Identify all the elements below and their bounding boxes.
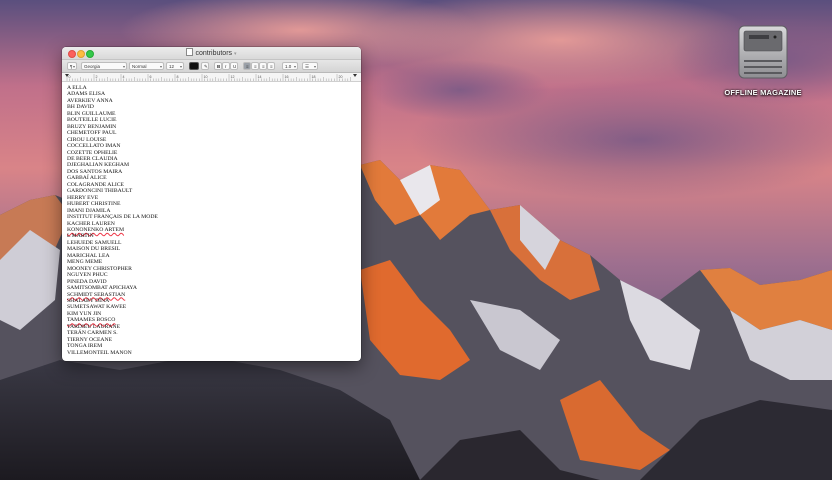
ruler-ticks: 0 2 4 6 8 10 12 14 16 18 20	[65, 74, 357, 81]
drive-label: OFFLINE MAGAZINE	[724, 88, 802, 97]
line-spacing-popup[interactable]: 1.0 ▾	[282, 62, 298, 70]
font-style-popup[interactable]: Normal ▾	[129, 62, 164, 70]
document-text[interactable]: A ELLA ADAMS ELISA AVERKIEV ANNA BH DAVID BL…	[62, 82, 361, 356]
font-size-popup[interactable]: 12 ▾	[166, 62, 184, 70]
ruler-number: 8	[177, 75, 179, 79]
align-right-icon: ≡	[262, 64, 265, 69]
font-size-label: 12	[169, 64, 175, 69]
ruler-number: 2	[96, 75, 98, 79]
chevron-down-icon: ▾	[72, 64, 75, 69]
underline-button[interactable]: U	[230, 62, 238, 70]
list-popup[interactable]: ☰ ▾	[302, 62, 318, 70]
format-toolbar: ¶ ▾ Georgia ▾ Normal ▾ 12 ▾ ✎ B I U ≡ ≡ ≡ ≡ …	[62, 60, 361, 73]
desktop-drive[interactable]: OFFLINE MAGAZINE	[722, 22, 804, 97]
font-family-label: Georgia	[84, 64, 101, 69]
align-left-icon: ≡	[246, 64, 249, 69]
ruler-number: 10	[204, 75, 208, 79]
document-icon	[186, 48, 194, 56]
text-color-well[interactable]	[189, 62, 199, 70]
background-color-well[interactable]: ✎	[201, 62, 209, 70]
justify-icon: ≡	[270, 64, 273, 69]
ruler-number: 20	[339, 75, 343, 79]
text-line: VILLEMONTEIL MANON	[67, 349, 132, 356]
window-title-text: contributors	[195, 50, 233, 57]
underline-label: U	[233, 64, 237, 69]
justify-button[interactable]: ≡	[267, 62, 275, 70]
align-right-button[interactable]: ≡	[259, 62, 267, 70]
align-center-icon: ≡	[254, 64, 257, 69]
ruler-number: 16	[285, 75, 289, 79]
font-family-popup[interactable]: Georgia ▾	[81, 62, 127, 70]
textedit-window[interactable]: contributors ▾ ¶ ▾ Georgia ▾ Normal ▾ 12 ▾ ✎ …	[62, 47, 361, 361]
ruler[interactable]: 0 2 4 6 8 10 12 14 16 18 20	[62, 73, 361, 82]
ruler-number: 12	[231, 75, 235, 79]
ruler-number: 6	[150, 75, 152, 79]
right-margin-marker[interactable]	[353, 74, 357, 77]
paragraph-style-popup[interactable]: ¶ ▾	[67, 62, 77, 70]
chevron-down-icon[interactable]: ▾	[234, 51, 237, 57]
align-left-button[interactable]: ≡	[243, 62, 251, 70]
hard-drive-icon	[738, 25, 788, 79]
chevron-down-icon: ▾	[293, 64, 296, 69]
window-title: contributors ▾	[62, 48, 361, 57]
bold-button[interactable]: B	[214, 62, 222, 70]
font-style-label: Normal	[132, 64, 147, 69]
italic-label: I	[225, 64, 227, 69]
chevron-down-icon: ▾	[122, 64, 125, 69]
align-center-button[interactable]: ≡	[251, 62, 259, 70]
ruler-number: 14	[258, 75, 262, 79]
bold-label: B	[217, 64, 221, 69]
chevron-down-icon: ▾	[159, 64, 162, 69]
title-bar[interactable]: contributors ▾	[62, 47, 361, 60]
ruler-number: 4	[123, 75, 125, 79]
pencil-icon: ✎	[204, 64, 208, 69]
line-spacing-label: 1.0	[285, 64, 292, 69]
italic-button[interactable]: I	[222, 62, 230, 70]
ruler-number: 18	[312, 75, 316, 79]
chevron-down-icon: ▾	[313, 64, 316, 69]
ruler-number: 0	[69, 75, 71, 79]
chevron-down-icon: ▾	[179, 64, 182, 69]
list-icon: ☰	[305, 64, 310, 69]
